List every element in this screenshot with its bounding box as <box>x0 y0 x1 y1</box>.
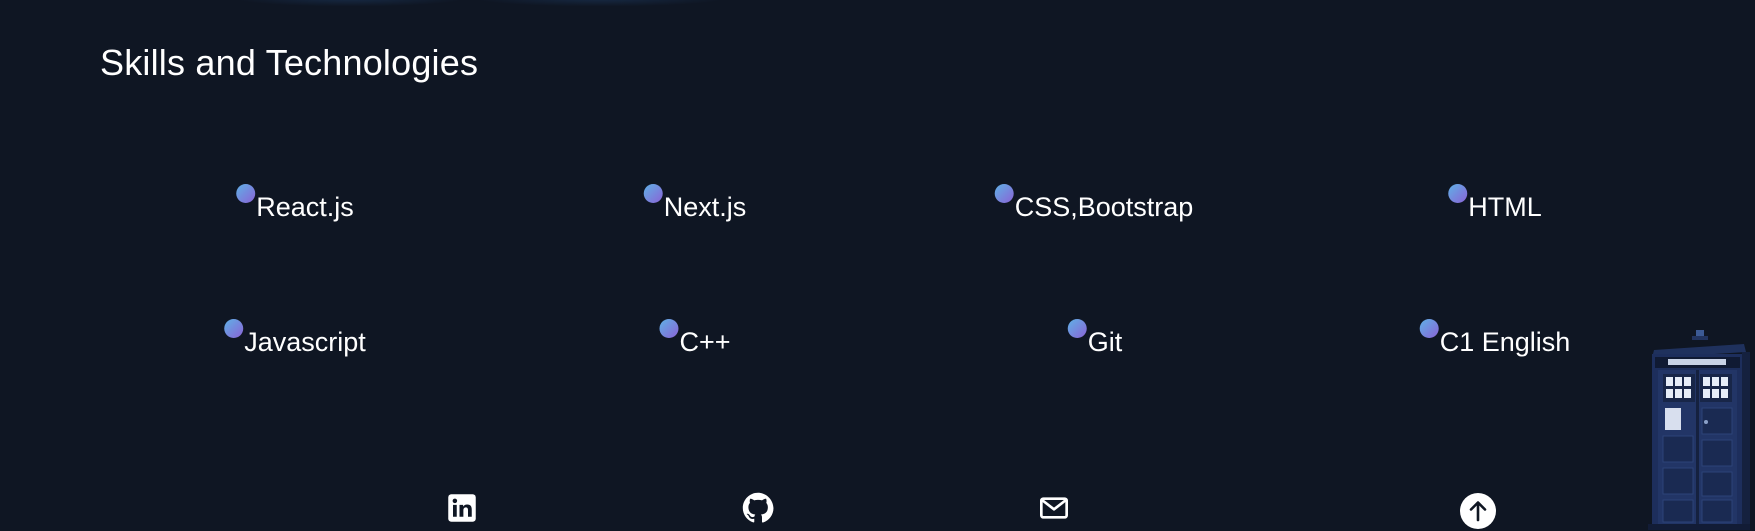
skill-bullet-dot <box>1419 319 1439 338</box>
skill-c1-english: C1 English <box>1419 319 1571 359</box>
skill-react: React.js <box>236 184 354 224</box>
skill-label: Javascript <box>244 327 366 357</box>
scroll-to-top-button[interactable] <box>1460 493 1496 529</box>
mail-icon <box>1038 492 1070 524</box>
skill-css-bootstrap: CSS,Bootstrap <box>994 184 1194 224</box>
skill-cpp: C++ <box>659 319 731 359</box>
linkedin-link[interactable] <box>444 490 480 526</box>
skill-nextjs: Next.js <box>643 184 747 224</box>
skill-bullet-dot <box>236 184 256 203</box>
skill-bullet-dot <box>659 319 679 338</box>
skill-label: React.js <box>256 192 354 222</box>
email-link[interactable] <box>1036 490 1072 526</box>
top-glow-left <box>240 0 460 6</box>
skill-label: CSS,Bootstrap <box>1014 192 1194 222</box>
skill-label: HTML <box>1468 192 1542 222</box>
skill-label: Git <box>1087 327 1123 357</box>
skill-html: HTML <box>1448 184 1542 224</box>
skill-javascript: Javascript <box>224 319 366 359</box>
skill-git: Git <box>1067 319 1123 359</box>
skill-bullet-dot <box>1067 319 1087 338</box>
skill-bullet-dot <box>1448 184 1468 203</box>
linkedin-icon <box>447 493 477 523</box>
top-glow-right <box>480 0 720 6</box>
section-title: Skills and Technologies <box>100 42 479 83</box>
github-link[interactable] <box>740 490 776 526</box>
skill-label: Next.js <box>663 192 747 222</box>
police-box-image <box>1648 330 1750 530</box>
skill-bullet-dot <box>643 184 663 203</box>
skill-label: C1 English <box>1439 327 1571 357</box>
skill-bullet-dot <box>994 184 1014 203</box>
github-icon <box>742 492 774 524</box>
skill-label: C++ <box>679 327 731 357</box>
arrow-up-icon <box>1460 493 1496 529</box>
skill-bullet-dot <box>224 319 244 338</box>
